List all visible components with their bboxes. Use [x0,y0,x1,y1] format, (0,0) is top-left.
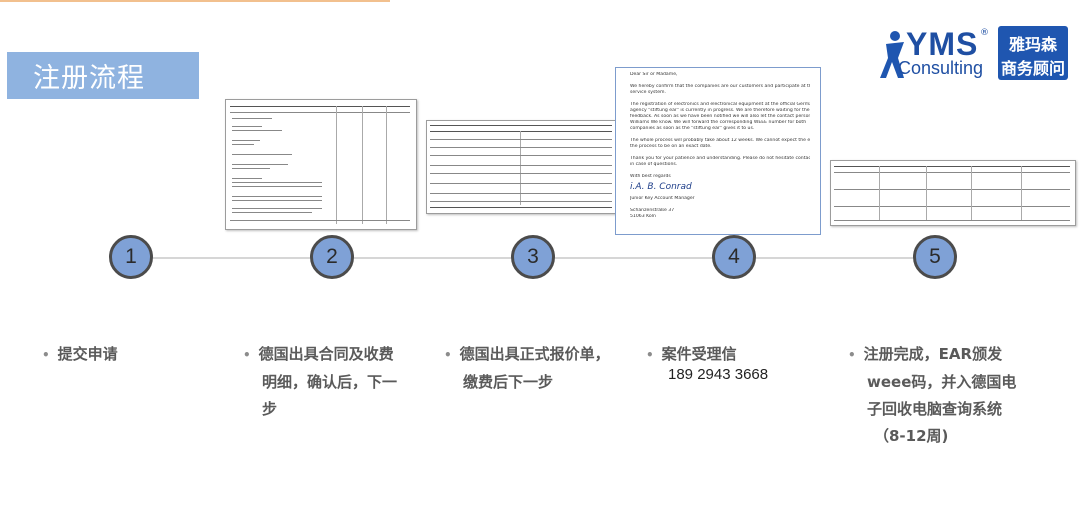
step-2-circle: 2 [310,235,354,279]
top-accent-line [0,0,390,2]
letter-line: Dear Sir or Madame, [630,72,678,77]
step-5-text: • 注册完成，EAR颁发 weee码，并入德国电 子回收电脑查询系统 （8-12周… [848,345,1017,445]
page-title: 注册流程 [33,63,145,94]
registration-result-table-thumbnail [830,160,1076,226]
page-title-banner: 注册流程 [7,52,199,99]
logo-registered-mark: ® [980,28,989,38]
contract-document-thumbnail [225,99,417,230]
step-5-circle: 5 [913,235,957,279]
letter-line: service system. [630,90,666,95]
step-1-circle: 1 [109,235,153,279]
step-4-circle: 4 [712,235,756,279]
letter-line: With best regards [630,174,671,179]
letter-signature: i.A. B. Conrad [630,182,692,192]
logo-chinese-box: 雅玛森 商务顾问 [998,26,1068,80]
letter-line: companies as soon as the "stiftung ear" … [630,126,755,131]
logo-subtitle: Consulting [898,58,984,78]
letter-line: in case of questions. [630,162,678,167]
logo-cn-line1: 雅玛森 [1008,35,1057,54]
step-4-text: • 案件受理信 [646,345,737,363]
step-2-text: • 德国出具合同及收费 明细，确认后，下一 步 [243,345,398,418]
letter-footer-line: Junior Key Account Manager [630,196,695,201]
step-3-text: • 德国出具正式报价单， 缴费后下一步 [444,345,610,391]
acceptance-letter-document: Dear Sir or Madame, We hereby confirm tha… [615,67,821,235]
quotation-document-thumbnail [426,120,617,214]
logo-cn-line2: 商务顾问 [1000,59,1065,78]
letter-line: the process to be on an exact date. [630,144,712,149]
step-4-phone: 189 2943 3668 [668,366,769,383]
yms-consulting-logo: YMS ® Consulting 雅玛森 商务顾问 [876,22,1076,84]
step-1-text: • 提交申请 [42,345,118,363]
letter-footer-line: 51063 Köln [630,214,656,219]
step-3-circle: 3 [511,235,555,279]
